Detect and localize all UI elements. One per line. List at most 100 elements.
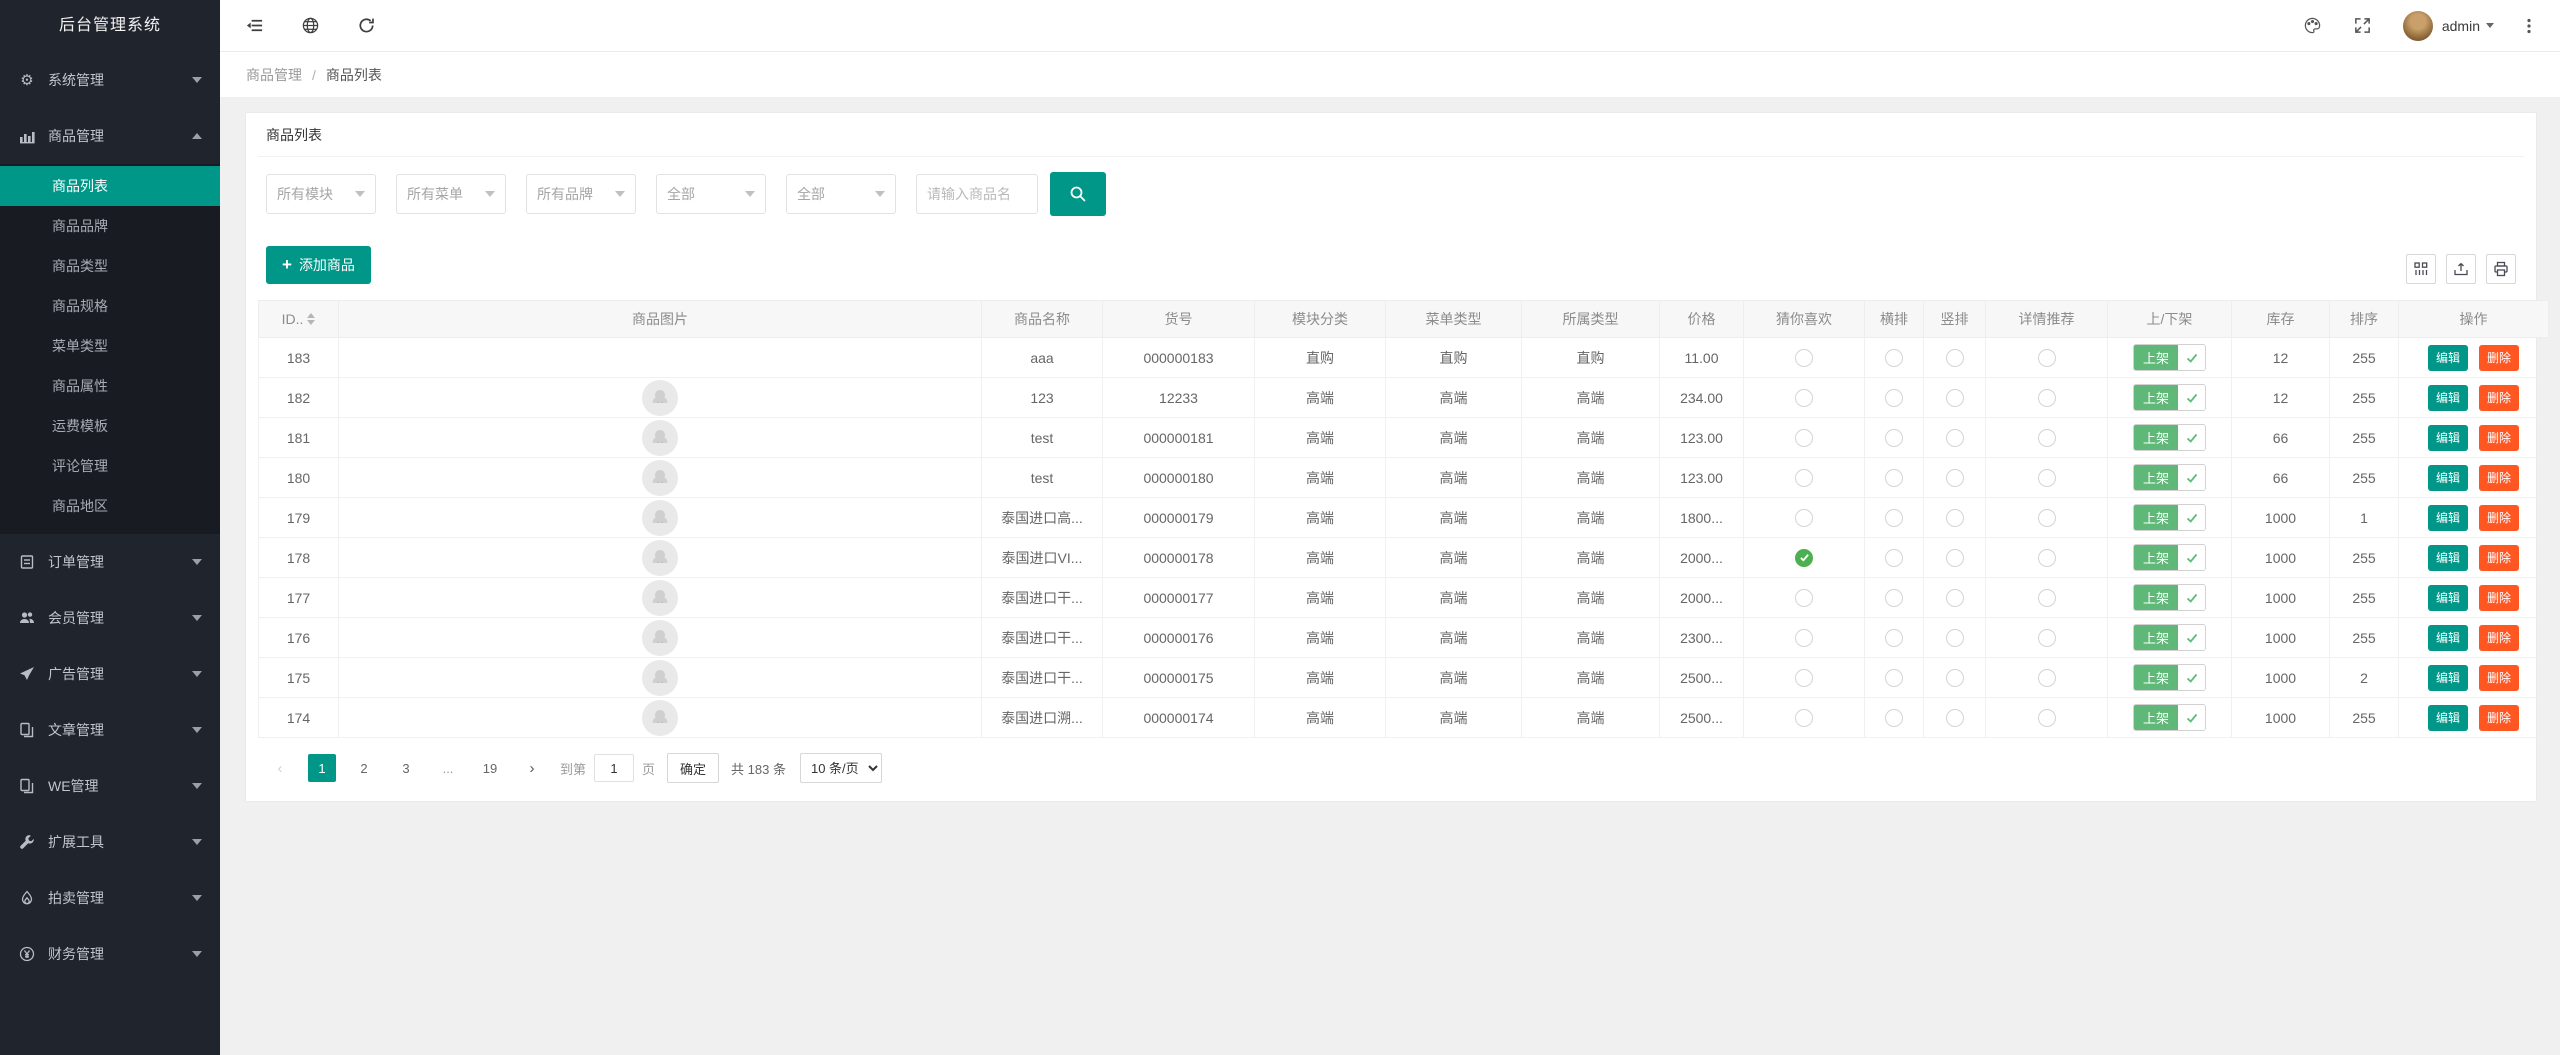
goto-confirm-button[interactable]: 确定 xyxy=(667,753,719,783)
shelf-switch[interactable]: 上架 xyxy=(2133,504,2206,531)
columns-filter-icon[interactable] xyxy=(2406,254,2436,284)
horizontal-toggle[interactable] xyxy=(1885,589,1903,607)
shelf-switch[interactable]: 上架 xyxy=(2133,704,2206,731)
like-toggle[interactable] xyxy=(1795,389,1813,407)
horizontal-toggle[interactable] xyxy=(1885,469,1903,487)
edit-button[interactable]: 编辑 xyxy=(2428,465,2468,491)
print-icon[interactable] xyxy=(2486,254,2516,284)
theme-palette-icon[interactable] xyxy=(2301,14,2325,38)
edit-button[interactable]: 编辑 xyxy=(2428,625,2468,651)
delete-button[interactable]: 删除 xyxy=(2479,545,2519,571)
refresh-icon[interactable] xyxy=(354,14,378,38)
sidebar-item-finance[interactable]: 财务管理 xyxy=(0,926,220,982)
like-toggle[interactable] xyxy=(1795,549,1813,567)
edit-button[interactable]: 编辑 xyxy=(2428,505,2468,531)
language-globe-icon[interactable] xyxy=(298,14,322,38)
horizontal-toggle[interactable] xyxy=(1885,509,1903,527)
sidebar-item-goods-list[interactable]: 商品列表 xyxy=(0,166,220,206)
shelf-switch[interactable]: 上架 xyxy=(2133,624,2206,651)
type-filter-select-2[interactable]: 全部 xyxy=(786,174,896,214)
sidebar-item-orders[interactable]: 订单管理 xyxy=(0,534,220,590)
edit-button[interactable]: 编辑 xyxy=(2428,425,2468,451)
product-image-placeholder[interactable] xyxy=(642,620,678,656)
page-3-button[interactable]: 3 xyxy=(392,754,420,782)
delete-button[interactable]: 删除 xyxy=(2479,385,2519,411)
vertical-toggle[interactable] xyxy=(1946,709,1964,727)
fullscreen-icon[interactable] xyxy=(2351,14,2375,38)
menu-filter-select[interactable]: 所有菜单 xyxy=(396,174,506,214)
detail-rec-toggle[interactable] xyxy=(2038,629,2056,647)
brand-filter-select[interactable]: 所有品牌 xyxy=(526,174,636,214)
sidebar-item-goods-area[interactable]: 商品地区 xyxy=(0,486,220,526)
sidebar-item-system[interactable]: ⚙ 系统管理 xyxy=(0,52,220,108)
vertical-toggle[interactable] xyxy=(1946,669,1964,687)
product-image-placeholder[interactable] xyxy=(642,700,678,736)
delete-button[interactable]: 删除 xyxy=(2479,425,2519,451)
sidebar-item-goods[interactable]: 商品管理 xyxy=(0,108,220,164)
edit-button[interactable]: 编辑 xyxy=(2428,545,2468,571)
sidebar-item-goods-spec[interactable]: 商品规格 xyxy=(0,286,220,326)
breadcrumb-section[interactable]: 商品管理 xyxy=(246,65,302,85)
search-button[interactable] xyxy=(1050,172,1106,216)
delete-button[interactable]: 删除 xyxy=(2479,585,2519,611)
sort-icon[interactable] xyxy=(307,313,315,325)
vertical-toggle[interactable] xyxy=(1946,629,1964,647)
vertical-toggle[interactable] xyxy=(1946,429,1964,447)
like-toggle[interactable] xyxy=(1795,469,1813,487)
delete-button[interactable]: 删除 xyxy=(2479,665,2519,691)
delete-button[interactable]: 删除 xyxy=(2479,505,2519,531)
horizontal-toggle[interactable] xyxy=(1885,389,1903,407)
like-toggle[interactable] xyxy=(1795,429,1813,447)
horizontal-toggle[interactable] xyxy=(1885,349,1903,367)
product-image-placeholder[interactable] xyxy=(642,420,678,456)
delete-button[interactable]: 删除 xyxy=(2479,465,2519,491)
shelf-switch[interactable]: 上架 xyxy=(2133,464,2206,491)
detail-rec-toggle[interactable] xyxy=(2038,469,2056,487)
detail-rec-toggle[interactable] xyxy=(2038,509,2056,527)
horizontal-toggle[interactable] xyxy=(1885,629,1903,647)
detail-rec-toggle[interactable] xyxy=(2038,589,2056,607)
like-toggle[interactable] xyxy=(1795,349,1813,367)
sidebar-item-goods-attr[interactable]: 商品属性 xyxy=(0,366,220,406)
sidebar-item-tools[interactable]: 扩展工具 xyxy=(0,814,220,870)
page-1-button[interactable]: 1 xyxy=(308,754,336,782)
prev-page-button[interactable]: ‹ xyxy=(266,754,294,782)
sidebar-item-articles[interactable]: 文章管理 xyxy=(0,702,220,758)
horizontal-toggle[interactable] xyxy=(1885,709,1903,727)
delete-button[interactable]: 删除 xyxy=(2479,625,2519,651)
vertical-toggle[interactable] xyxy=(1946,549,1964,567)
edit-button[interactable]: 编辑 xyxy=(2428,585,2468,611)
product-image-placeholder[interactable] xyxy=(642,580,678,616)
add-goods-button[interactable]: + 添加商品 xyxy=(266,246,371,284)
product-image-placeholder[interactable] xyxy=(642,660,678,696)
horizontal-toggle[interactable] xyxy=(1885,549,1903,567)
sidebar-item-comment-manage[interactable]: 评论管理 xyxy=(0,446,220,486)
sidebar-item-freight-template[interactable]: 运费模板 xyxy=(0,406,220,446)
edit-button[interactable]: 编辑 xyxy=(2428,705,2468,731)
vertical-toggle[interactable] xyxy=(1946,469,1964,487)
collapse-menu-icon[interactable] xyxy=(242,14,266,38)
per-page-select[interactable]: 10 条/页 xyxy=(800,753,882,783)
sidebar-item-goods-brand[interactable]: 商品品牌 xyxy=(0,206,220,246)
shelf-switch[interactable]: 上架 xyxy=(2133,424,2206,451)
like-toggle[interactable] xyxy=(1795,589,1813,607)
vertical-toggle[interactable] xyxy=(1946,589,1964,607)
vertical-toggle[interactable] xyxy=(1946,389,1964,407)
search-input[interactable] xyxy=(916,174,1038,214)
page-2-button[interactable]: 2 xyxy=(350,754,378,782)
more-options-icon[interactable] xyxy=(2520,17,2538,35)
edit-button[interactable]: 编辑 xyxy=(2428,665,2468,691)
edit-button[interactable]: 编辑 xyxy=(2428,385,2468,411)
sidebar-item-members[interactable]: 会员管理 xyxy=(0,590,220,646)
next-page-button[interactable]: › xyxy=(518,754,546,782)
delete-button[interactable]: 删除 xyxy=(2479,345,2519,371)
detail-rec-toggle[interactable] xyxy=(2038,429,2056,447)
col-id[interactable]: ID.. xyxy=(259,301,339,338)
vertical-toggle[interactable] xyxy=(1946,349,1964,367)
like-toggle[interactable] xyxy=(1795,629,1813,647)
module-filter-select[interactable]: 所有模块 xyxy=(266,174,376,214)
username[interactable]: admin xyxy=(2442,18,2480,34)
shelf-switch[interactable]: 上架 xyxy=(2133,664,2206,691)
shelf-switch[interactable]: 上架 xyxy=(2133,584,2206,611)
shelf-switch[interactable]: 上架 xyxy=(2133,384,2206,411)
